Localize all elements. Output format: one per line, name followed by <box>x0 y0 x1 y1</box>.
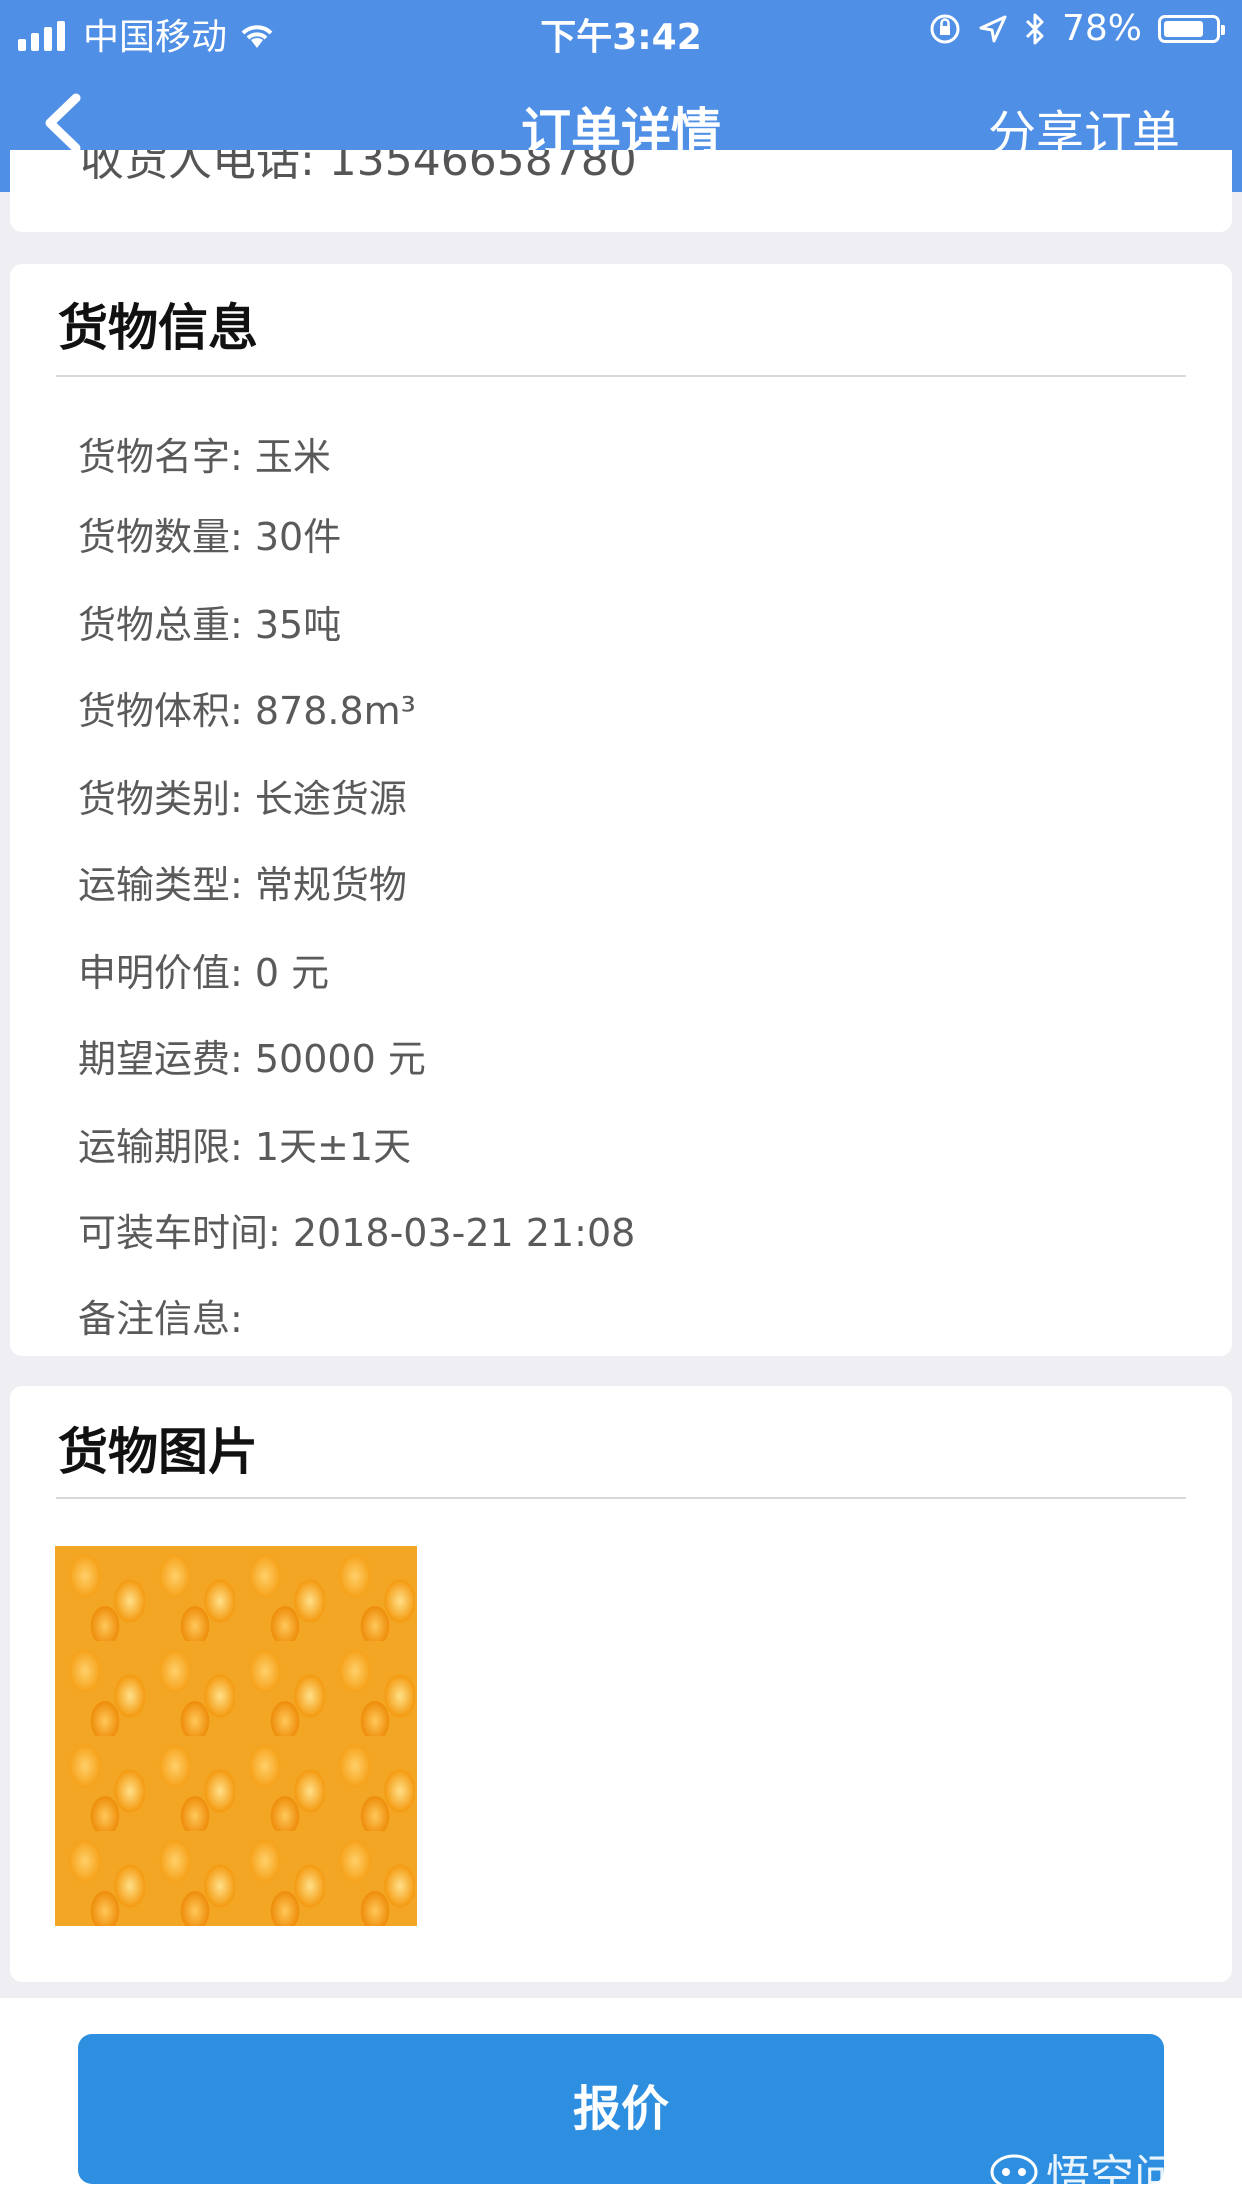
cargo-category: 货物类别: 长途货源 <box>78 777 407 821</box>
expected-freight: 期望运费: 50000 元 <box>78 1037 426 1081</box>
orientation-lock-icon <box>930 14 960 43</box>
divider <box>56 1497 1186 1499</box>
cargo-info-card: 货物信息 货物名字: 玉米 货物数量: 30件 货物总重: 35吨 货物体积: … <box>10 264 1232 1356</box>
watermark-logo-icon <box>990 2154 1038 2190</box>
location-icon <box>979 15 1007 42</box>
watermark: 悟空问答 <box>990 2140 1222 2204</box>
loading-time: 可装车时间: 2018-03-21 21:08 <box>78 1211 636 1255</box>
divider <box>56 375 1186 377</box>
cargo-quantity: 货物数量: 30件 <box>78 515 342 559</box>
cargo-photos-title: 货物图片 <box>58 1423 258 1481</box>
cargo-info-title: 货物信息 <box>58 299 258 357</box>
receiver-info-card: 收货人电话: 13546658780 <box>10 150 1232 232</box>
watermark-text: 悟空问答 <box>1046 2151 1222 2202</box>
remarks: 备注信息: <box>78 1297 243 1341</box>
battery-percent: 78% <box>1061 8 1142 49</box>
declared-value: 申明价值: 0 元 <box>78 951 330 995</box>
receiver-phone-text: 收货人电话: 13546658780 <box>80 150 637 186</box>
corn-photo[interactable] <box>55 1546 417 1926</box>
transport-deadline: 运输期限: 1天±1天 <box>78 1125 412 1169</box>
bluetooth-icon <box>1025 13 1044 44</box>
cargo-name: 货物名字: 玉米 <box>78 435 331 479</box>
cargo-photos-card: 货物图片 <box>10 1386 1232 1982</box>
transport-type: 运输类型: 常规货物 <box>78 863 407 907</box>
cargo-volume: 货物体积: 878.8m³ <box>78 689 416 733</box>
status-bar: 中国移动 下午3:42 78% <box>0 0 1242 62</box>
cargo-weight: 货物总重: 35吨 <box>78 603 342 647</box>
battery-icon <box>1158 14 1225 43</box>
status-right: 78% <box>928 8 1225 49</box>
